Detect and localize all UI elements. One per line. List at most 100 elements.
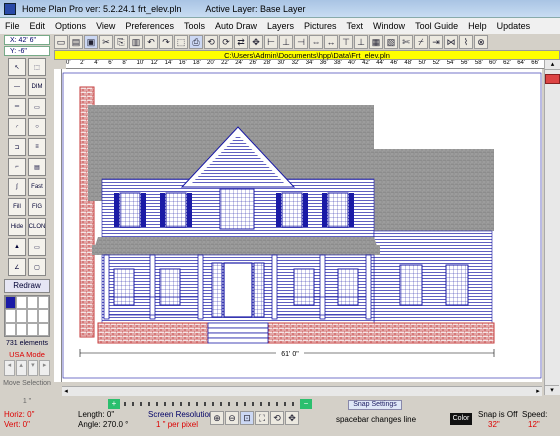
scroll-up-icon[interactable]: ▴	[545, 60, 560, 70]
plumbing-tool-icon[interactable]: ▭	[28, 238, 46, 256]
menu-layers[interactable]: Layers	[262, 21, 299, 31]
scroll-down-icon[interactable]: ▾	[545, 385, 559, 395]
move-icon[interactable]: ✥	[249, 35, 263, 49]
hide-tool-icon[interactable]: Hide	[8, 218, 26, 236]
window-tool-icon[interactable]: ≡	[28, 138, 46, 156]
vertical-scrollbar[interactable]: ▴ ▾	[544, 60, 560, 395]
move-down-icon[interactable]: ▾	[27, 360, 39, 376]
ruler-mark: 54'	[446, 60, 455, 66]
fast-line-icon[interactable]: Fast	[28, 178, 46, 196]
scroll-thumb[interactable]	[545, 74, 560, 84]
zoom-out-magnifier-icon[interactable]: ⊖	[225, 411, 239, 425]
copy-icon[interactable]: ⎘	[114, 35, 128, 49]
select-all-icon[interactable]: ⬚	[174, 35, 188, 49]
select-region-icon[interactable]: ⬚	[28, 58, 46, 76]
measure-icon[interactable]: ⊗	[474, 35, 488, 49]
scissors-icon[interactable]: ✄	[399, 35, 413, 49]
rotate-right-icon[interactable]: ⟳	[219, 35, 233, 49]
redraw-button[interactable]: Redraw	[4, 279, 50, 293]
curve-tool-icon[interactable]: ∫	[8, 178, 26, 196]
menu-tools[interactable]: Tools	[179, 21, 210, 31]
menu-view[interactable]: View	[91, 21, 120, 31]
extend-icon[interactable]: ⇥	[429, 35, 443, 49]
move-up-icon[interactable]: ▴	[15, 360, 27, 376]
ruler-mark: 46'	[390, 60, 399, 66]
trim-icon[interactable]: ⌿	[414, 35, 428, 49]
menu-text[interactable]: Text	[342, 21, 369, 31]
cut-icon[interactable]: ✂	[99, 35, 113, 49]
join-icon[interactable]: ⋈	[444, 35, 458, 49]
dimension-tool-icon[interactable]: DIM	[28, 78, 46, 96]
menu-help[interactable]: Help	[463, 21, 492, 31]
rotate-left-icon[interactable]: ⟲	[204, 35, 218, 49]
fill-tool-icon[interactable]: Fill	[8, 198, 26, 216]
menu-bar: File Edit Options View Preferences Tools…	[0, 18, 560, 34]
rectangle-tool-icon[interactable]: ▭	[28, 98, 46, 116]
new-file-icon[interactable]: ▭	[54, 35, 68, 49]
wall-tool-icon[interactable]: ═	[8, 98, 26, 116]
zoom-box-icon[interactable]: ▢	[28, 258, 46, 276]
circle-tool-icon[interactable]: ○	[28, 118, 46, 136]
move-left-icon[interactable]: ◂	[4, 360, 15, 376]
ruler-mark: 48'	[404, 60, 413, 66]
hatch-tool-icon[interactable]: ▤	[28, 158, 46, 176]
zoom-window-icon[interactable]: ⊡	[240, 411, 254, 425]
scroll-right-icon[interactable]: ▸	[534, 387, 542, 396]
redo-icon[interactable]: ↷	[159, 35, 173, 49]
select-arrow-icon[interactable]: ↖	[8, 58, 26, 76]
align-bottom-icon[interactable]: ⊥	[354, 35, 368, 49]
distribute-icon[interactable]: ⇔	[309, 35, 323, 49]
color-button[interactable]: Color	[450, 413, 472, 425]
usa-mode-label[interactable]: USA Mode	[0, 350, 54, 359]
line-tool-icon[interactable]: —	[8, 78, 26, 96]
menu-file[interactable]: File	[0, 21, 25, 31]
menu-window[interactable]: Window	[368, 21, 410, 31]
zoom-previous-icon[interactable]: ⟲	[270, 411, 284, 425]
menu-edit[interactable]: Edit	[25, 21, 51, 31]
menu-updates[interactable]: Updates	[492, 21, 536, 31]
clone-tool-icon[interactable]: CLON	[28, 218, 46, 236]
menu-preferences[interactable]: Preferences	[120, 21, 179, 31]
color-palette[interactable]	[4, 295, 50, 337]
picture-tool-icon[interactable]: ▲	[8, 238, 26, 256]
zoom-in-magnifier-icon[interactable]: ⊕	[210, 411, 224, 425]
zoom-in-icon[interactable]: +	[108, 398, 120, 409]
pan-icon[interactable]: ✥	[285, 411, 299, 425]
align-left-icon[interactable]: ⊢	[264, 35, 278, 49]
undo-icon[interactable]: ↶	[144, 35, 158, 49]
stair-tool-icon[interactable]: ⌐	[8, 158, 26, 176]
open-folder-icon[interactable]: ▤	[69, 35, 83, 49]
menu-tool-guide[interactable]: Tool Guide	[410, 21, 463, 31]
figure-tool-icon[interactable]: FIG	[28, 198, 46, 216]
zoom-out-icon[interactable]: −	[300, 398, 312, 409]
ruler-mark: 50'	[418, 60, 427, 66]
zoom-extents-icon[interactable]: ⛶	[255, 411, 269, 425]
door-tool-icon[interactable]: ⊐	[8, 138, 26, 156]
drawing-canvas[interactable]: 61' 0"	[62, 69, 542, 382]
horizontal-scrollbar[interactable]: ◂ ▸	[62, 386, 542, 396]
align-top-icon[interactable]: ⊤	[339, 35, 353, 49]
save-icon[interactable]: ▣	[84, 35, 98, 49]
ruler-mark: 40'	[348, 60, 356, 66]
print-icon[interactable]: ⎙	[189, 35, 203, 49]
menu-pictures[interactable]: Pictures	[299, 21, 342, 31]
ungroup-icon[interactable]: ▧	[384, 35, 398, 49]
break-icon[interactable]: ⌇	[459, 35, 473, 49]
move-right-icon[interactable]: ▸	[39, 360, 50, 376]
group-icon[interactable]: ▦	[369, 35, 383, 49]
move-arrows: ◂ ▴ ▾ ▸	[4, 360, 50, 376]
erase-tool-icon[interactable]: ∠	[8, 258, 26, 276]
align-center-icon[interactable]: ⊥	[279, 35, 293, 49]
zoom-track[interactable]	[124, 401, 294, 406]
ruler-mark: 14'	[164, 60, 173, 66]
hint-text: spacebar changes line	[335, 415, 417, 424]
arc-tool-icon[interactable]: ◜	[8, 118, 26, 136]
paste-icon[interactable]: ▥	[129, 35, 143, 49]
stretch-icon[interactable]: ↔	[324, 35, 338, 49]
mirror-icon[interactable]: ⇄	[234, 35, 248, 49]
align-right-icon[interactable]: ⊣	[294, 35, 308, 49]
snap-settings-button[interactable]: Snap Settings	[348, 400, 402, 410]
menu-auto-draw[interactable]: Auto Draw	[210, 21, 262, 31]
scroll-left-icon[interactable]: ◂	[62, 387, 70, 396]
menu-options[interactable]: Options	[50, 21, 91, 31]
